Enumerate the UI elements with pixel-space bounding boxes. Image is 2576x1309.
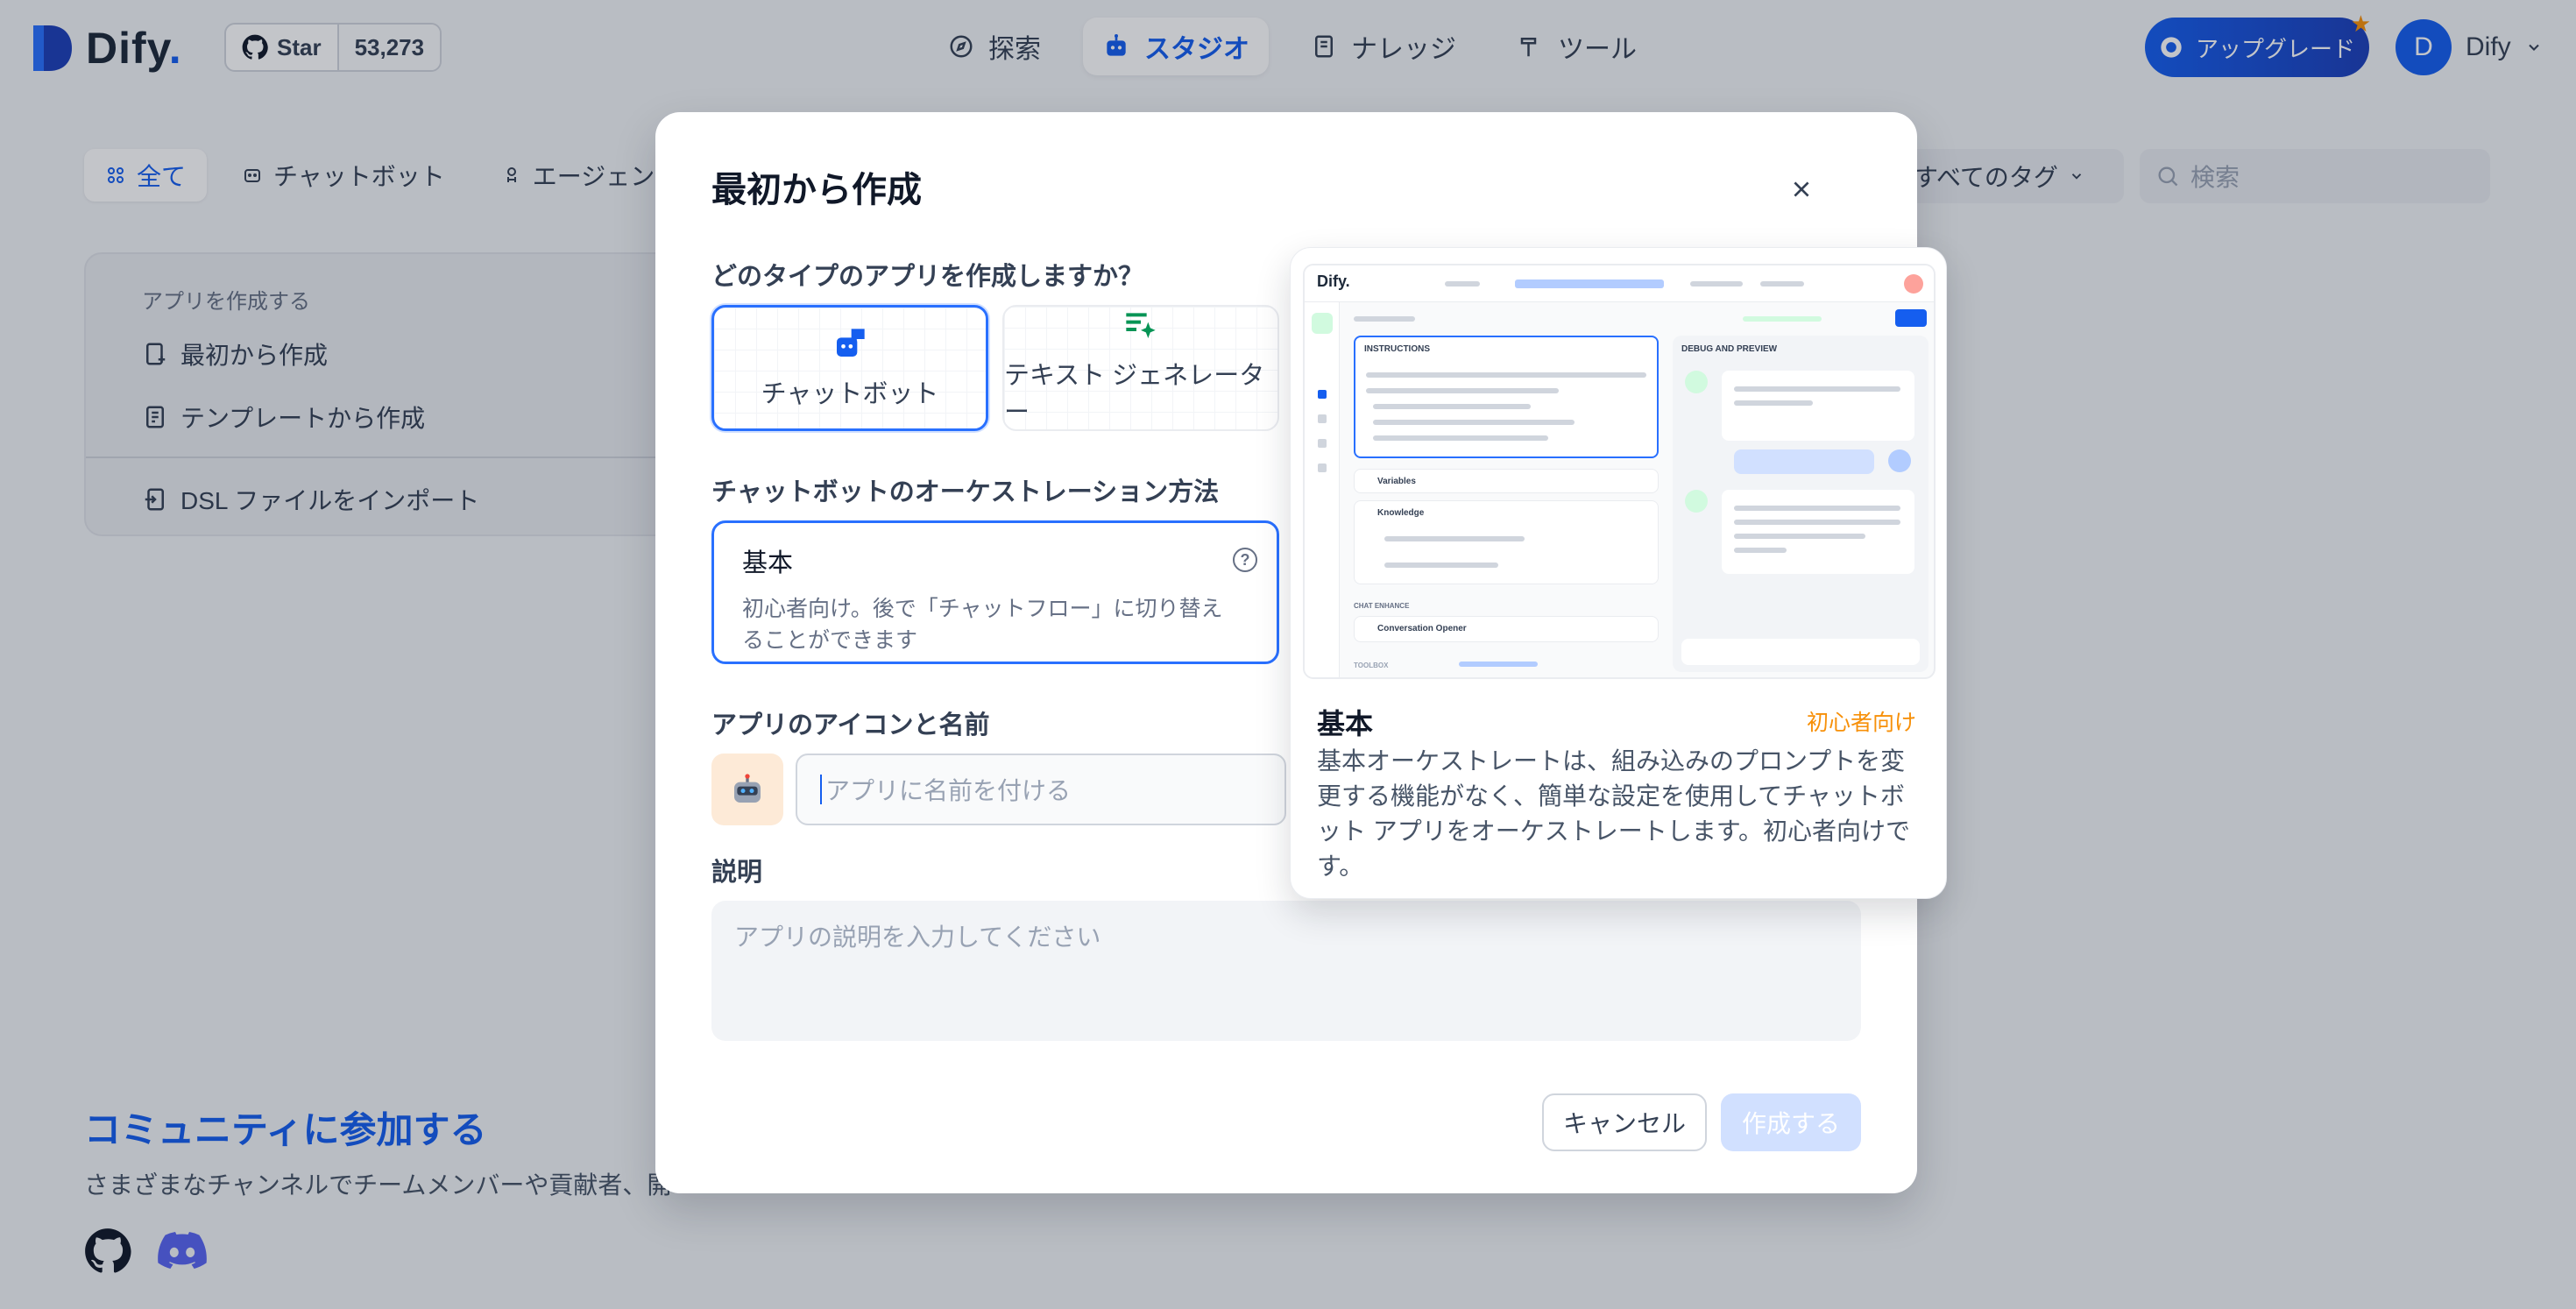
- orchestration-description: 初心者向け。後で「チャットフロー」に切り替えることができます: [742, 597, 1223, 653]
- type-text-generator-label: テキスト ジェネレーター: [1004, 362, 1265, 427]
- chatbot-icon: [837, 329, 865, 357]
- mock-variables-label: Variables: [1377, 477, 1416, 486]
- robot-icon: [734, 774, 761, 803]
- help-icon[interactable]: ?: [1233, 548, 1257, 572]
- close-icon: [1794, 181, 1809, 197]
- preview-screenshot: Dify. INSTRUCTIONS Variables Knowledge C…: [1303, 264, 1936, 679]
- create-button[interactable]: 作成する: [1721, 1093, 1861, 1151]
- mock-opener-label: Conversation Opener: [1377, 624, 1467, 633]
- cancel-button[interactable]: キャンセル: [1542, 1093, 1707, 1151]
- modal-title: 最初から作成: [711, 171, 922, 209]
- text-generator-icon: [1126, 313, 1156, 338]
- orchestration-title: 基本: [742, 549, 794, 577]
- mock-toolbox-label: TOOLBOX: [1354, 662, 1389, 669]
- app-type-label: どのタイプのアプリを作成しますか？: [711, 263, 1144, 291]
- mock-chat-enhance-label: CHAT ENHANCE: [1354, 602, 1410, 610]
- preview-description: 基本オーケストレートは、組み込みのプロンプトを変更する機能がなく、簡単な設定を使…: [1317, 747, 1910, 880]
- mock-logo: Dify.: [1317, 272, 1350, 290]
- mock-instructions-label: INSTRUCTIONS: [1364, 344, 1430, 354]
- app-description-input[interactable]: アプリの説明を入力してください: [711, 901, 1861, 1041]
- app-name-input[interactable]: アプリに名前を付ける: [796, 754, 1286, 825]
- preview-title: 基本: [1317, 708, 1374, 739]
- description-label: 説明: [711, 859, 763, 887]
- mock-knowledge-label: Knowledge: [1377, 508, 1425, 518]
- orchestration-preview-popover: Dify. INSTRUCTIONS Variables Knowledge C…: [1290, 247, 1947, 899]
- type-chatbot-card[interactable]: チャットボット: [711, 305, 988, 431]
- preview-badge: 初心者向け: [1806, 711, 1916, 735]
- close-button[interactable]: [1773, 161, 1829, 217]
- text-caret: [820, 775, 822, 804]
- mock-debug-label: DEBUG AND PREVIEW: [1681, 344, 1778, 354]
- type-text-generator-card[interactable]: テキスト ジェネレーター: [1002, 305, 1279, 431]
- icon-name-label: アプリのアイコンと名前: [711, 711, 990, 739]
- orchestration-label: チャットボットのオーケストレーション方法: [711, 478, 1220, 506]
- orchestration-basic-card[interactable]: 基本 初心者向け。後で「チャットフロー」に切り替えることができます ?: [711, 520, 1279, 664]
- app-icon-picker[interactable]: [711, 754, 783, 825]
- type-chatbot-label: チャットボット: [761, 380, 939, 408]
